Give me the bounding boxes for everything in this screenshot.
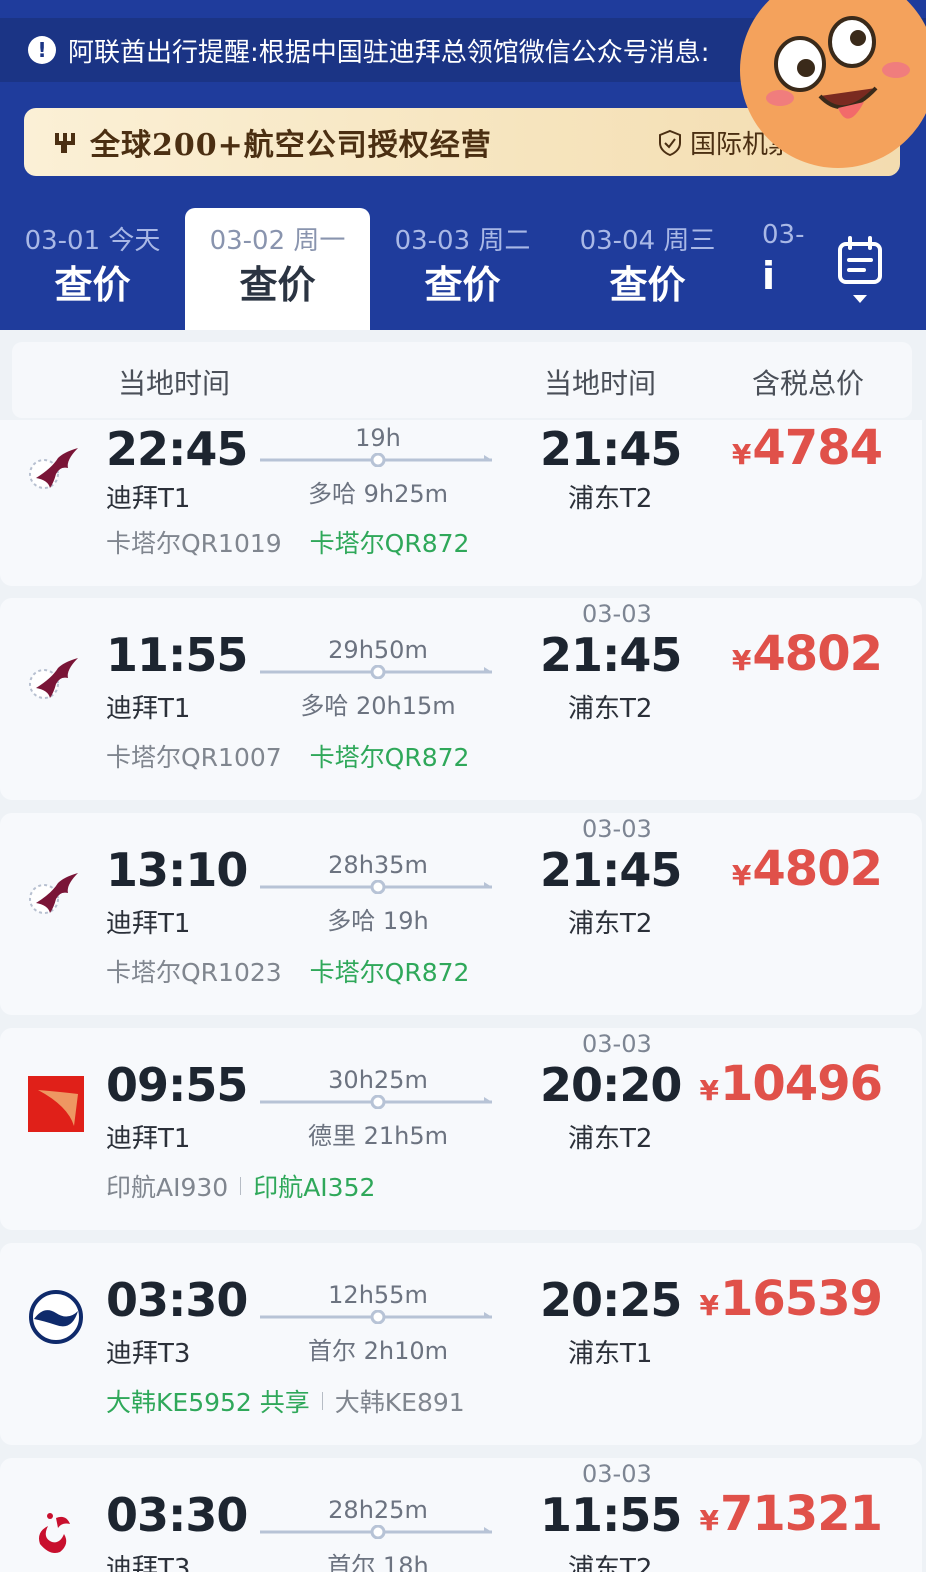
flight-card[interactable]: 03-03 13:10 迪拜T1 28h35m 多哈 19h 21:45 浦东T… [0, 813, 922, 1015]
departure-airport: 迪拜T1 [106, 694, 191, 724]
arrival-date: 03-03 [582, 815, 652, 843]
depart-time-header: 当地时间 [118, 367, 231, 400]
flight-codes: 印航AI930 印航AI352 [106, 1168, 375, 1204]
flight-code-1: 卡塔尔QR1023 [106, 958, 282, 987]
calendar-button[interactable] [810, 236, 910, 316]
departure-airport: 迪拜T1 [106, 484, 191, 514]
departure-airport: 迪拜T1 [106, 1124, 191, 1154]
arrival-time: 20:25 [540, 1273, 682, 1327]
flight-price: ¥16539 [699, 1271, 883, 1327]
arrival-airport: 浦东T2 [568, 909, 653, 939]
code-separator [240, 1177, 242, 1195]
departure-time: 09:55 [106, 1058, 248, 1112]
route-line [260, 1525, 492, 1539]
flight-card[interactable]: 22:45 迪拜T1 19h 多哈 9h25m 21:45 浦东T2 ¥4784… [0, 420, 922, 586]
qatar-airways-logo-icon [29, 448, 78, 489]
arrival-date: 03-03 [582, 1030, 652, 1058]
date-tabs: 03-01 今天 查价 03-02 周一 查价 03-03 周二 查价 03-0… [0, 208, 926, 330]
route-line [260, 1310, 492, 1324]
flight-card[interactable]: 03-03 03:30 迪拜T3 28h25m 首尔 18h 11:55 浦东T… [0, 1458, 922, 1572]
arrival-time: 21:45 [540, 422, 682, 476]
tab-date-0303[interactable]: 03-03 周二 查价 [370, 208, 555, 330]
korean-air-logo-icon [29, 1290, 83, 1344]
flight-code-2: 卡塔尔QR872 [309, 958, 470, 987]
arrival-airport: 浦东T2 [568, 694, 653, 724]
arrival-date: 03-03 [582, 600, 652, 628]
flight-duration: 29h50m [328, 636, 428, 664]
flight-code-1: 大韩KE5952 共享 [106, 1388, 310, 1417]
emoji-sticker-icon [740, 0, 926, 168]
flight-card[interactable]: 03-03 09:55 迪拜T1 30h25m 德里 21h5m 20:20 浦… [0, 1028, 922, 1230]
flight-duration: 19h [355, 424, 401, 452]
flight-codes: 卡塔尔QR1023 卡塔尔QR872 [106, 953, 469, 989]
departure-time: 03:30 [106, 1273, 248, 1327]
brand-logo-icon [50, 128, 78, 156]
departure-airport: 迪拜T3 [106, 1339, 191, 1369]
flight-code-2: 印航AI352 [253, 1173, 376, 1202]
code-separator [321, 1392, 323, 1410]
flight-codes: 大韩KE5952 共享 大韩KE891 [106, 1383, 465, 1419]
flight-price: ¥4784 [731, 420, 883, 476]
shield-check-icon [659, 129, 681, 156]
arrival-time: 21:45 [540, 843, 682, 897]
route-line [260, 665, 492, 679]
alert-icon: ! [28, 36, 56, 64]
price-header[interactable]: 含税总价 [752, 362, 864, 402]
flight-code-2: 卡塔尔QR872 [309, 743, 470, 772]
departure-time: 03:30 [106, 1488, 248, 1542]
flight-card[interactable]: 03-03 11:55 迪拜T1 29h50m 多哈 20h15m 21:45 … [0, 598, 922, 800]
qatar-airways-logo-icon [29, 658, 78, 699]
flight-duration: 28h25m [328, 1496, 428, 1524]
departure-time: 13:10 [106, 843, 248, 897]
route-line [260, 1095, 492, 1109]
banner-title: 全球200+航空公司授权经营 [90, 128, 492, 163]
stopover-info: 德里 21h5m [307, 1122, 449, 1150]
arrival-time: 20:20 [540, 1058, 682, 1112]
route-line [260, 880, 492, 894]
flight-code-2: 大韩KE891 [334, 1388, 465, 1417]
departure-airport: 迪拜T3 [106, 1554, 191, 1572]
departure-time: 11:55 [106, 628, 248, 682]
flight-code-1: 卡塔尔QR1019 [106, 529, 282, 558]
arrival-airport: 浦东T2 [568, 484, 653, 514]
departure-airport: 迪拜T1 [106, 909, 191, 939]
qatar-airways-logo-icon [29, 873, 78, 914]
stopover-info: 多哈 19h [327, 907, 429, 935]
caret-down-icon [853, 295, 867, 303]
flight-duration: 28h35m [328, 851, 428, 879]
air-india-logo-icon [28, 1076, 84, 1132]
stopover-info: 首尔 2h10m [307, 1337, 449, 1365]
flight-card[interactable]: 03:30 迪拜T3 12h55m 首尔 2h10m 20:25 浦东T1 ¥1… [0, 1243, 922, 1445]
column-header: 当地时间 当地时间 含税总价 [12, 342, 912, 418]
flight-codes: 卡塔尔QR1019 卡塔尔QR872 [106, 524, 469, 560]
flight-code-1: 印航AI930 [106, 1173, 229, 1202]
tab-date-0301[interactable]: 03-01 今天 查价 [0, 208, 185, 330]
route-line [260, 453, 492, 467]
emirates-logo-icon [39, 1513, 70, 1553]
arrival-airport: 浦东T1 [568, 1339, 653, 1369]
flight-code-1: 卡塔尔QR1007 [106, 743, 282, 772]
arrival-airport: 浦东T2 [568, 1554, 653, 1572]
flight-duration: 30h25m [328, 1066, 428, 1094]
alert-text: 阿联酋出行提醒:根据中国驻迪拜总领馆微信公众号消息: [68, 37, 710, 68]
tab-date-0302[interactable]: 03-02 周一 查价 [185, 208, 370, 330]
arrive-time-header: 当地时间 [544, 367, 657, 400]
flight-duration: 12h55m [328, 1281, 428, 1309]
flight-code-2: 卡塔尔QR872 [309, 529, 470, 558]
arrival-date: 03-03 [582, 1460, 652, 1488]
stopover-info: 多哈 9h25m [307, 480, 449, 508]
calendar-icon [838, 236, 882, 284]
flight-price: ¥4802 [731, 841, 883, 897]
flight-price: ¥71321 [699, 1486, 883, 1542]
flight-codes: 卡塔尔QR1007 卡塔尔QR872 [106, 738, 469, 774]
tab-date-0304[interactable]: 03-04 周三 查价 [555, 208, 740, 330]
arrival-time: 21:45 [540, 628, 682, 682]
departure-time: 22:45 [106, 422, 248, 476]
arrival-airport: 浦东T2 [568, 1124, 653, 1154]
arrival-time: 11:55 [540, 1488, 682, 1542]
flight-price: ¥10496 [699, 1056, 883, 1112]
flight-price: ¥4802 [731, 626, 883, 682]
stopover-info: 多哈 20h15m [300, 692, 456, 720]
stopover-info: 首尔 18h [327, 1552, 429, 1572]
